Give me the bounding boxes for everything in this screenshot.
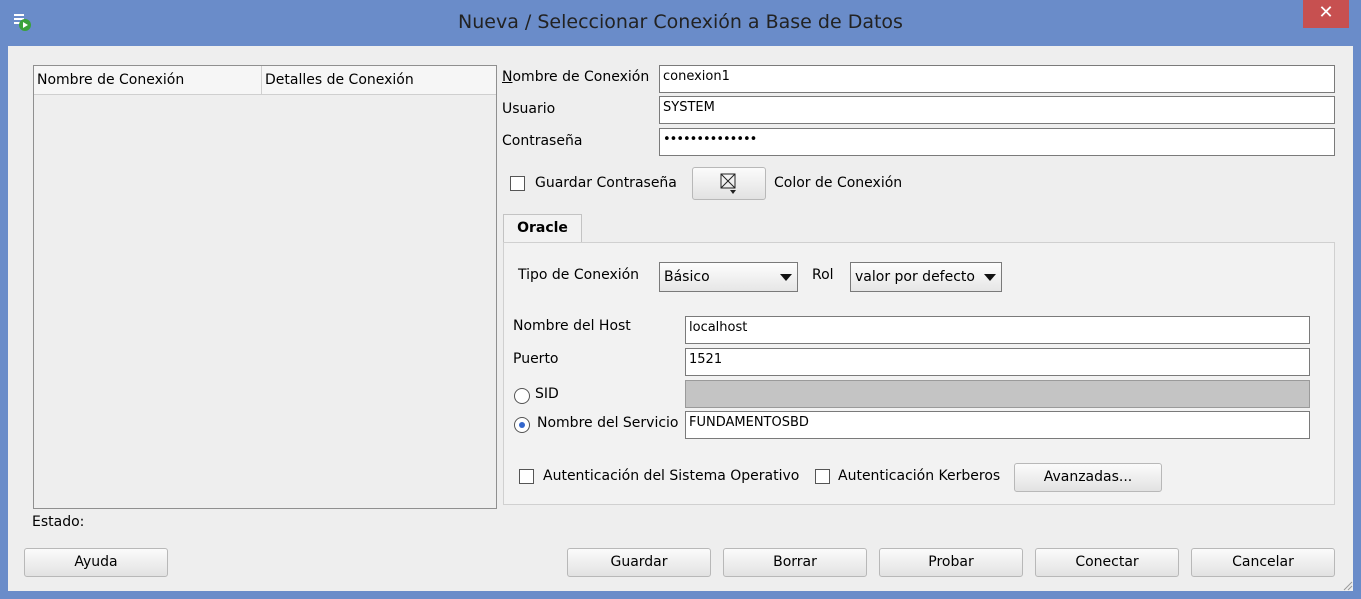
delete-button[interactable]: Borrar — [723, 548, 867, 577]
password-input[interactable]: •••••••••••••• — [659, 128, 1335, 156]
port-label: Puerto — [513, 351, 559, 367]
color-picker-icon — [720, 173, 736, 194]
cancel-button[interactable]: Cancelar — [1191, 548, 1335, 577]
port-input[interactable]: 1521 — [685, 348, 1310, 376]
host-input[interactable]: localhost — [685, 316, 1310, 344]
role-value: valor por defecto — [855, 269, 975, 285]
os-auth-checkbox[interactable] — [519, 469, 534, 484]
connection-type-label: Tipo de Conexión — [518, 267, 640, 283]
save-password-checkbox[interactable] — [510, 176, 525, 191]
sid-radio[interactable] — [514, 388, 530, 404]
host-label: Nombre del Host — [513, 318, 631, 334]
save-button[interactable]: Guardar — [567, 548, 711, 577]
user-label: Usuario — [502, 101, 556, 117]
window-title: Nueva / Seleccionar Conexión a Base de D… — [458, 11, 903, 33]
column-header-connection-name[interactable]: Nombre de Conexión — [37, 72, 184, 88]
role-select[interactable]: valor por defecto — [850, 262, 1002, 292]
close-icon: ✕ — [1318, 2, 1334, 23]
connect-button[interactable]: Conectar — [1035, 548, 1179, 577]
kerberos-auth-checkbox[interactable] — [815, 469, 830, 484]
save-password-label: Guardar Contraseña — [535, 175, 677, 191]
title-bar[interactable]: Nueva / Seleccionar Conexión a Base de D… — [0, 0, 1361, 46]
column-header-connection-details[interactable]: Detalles de Conexión — [265, 72, 414, 88]
status-label: Estado: — [32, 514, 85, 530]
connection-list[interactable]: Nombre de Conexión Detalles de Conexión — [33, 65, 497, 509]
chevron-down-icon — [780, 274, 792, 281]
connection-color-label: Color de Conexión — [774, 175, 903, 191]
close-button[interactable]: ✕ — [1303, 0, 1349, 28]
connection-list-header: Nombre de Conexión Detalles de Conexión — [34, 66, 496, 95]
password-label: Contraseña — [502, 133, 583, 149]
resize-grip-icon[interactable] — [1341, 579, 1353, 591]
service-name-label: Nombre del Servicio — [537, 415, 679, 431]
sid-input — [685, 380, 1310, 408]
kerberos-auth-label: Autenticación Kerberos — [838, 468, 1001, 484]
user-input[interactable]: SYSTEM — [659, 96, 1335, 124]
connection-name-input[interactable]: conexion1 — [659, 65, 1335, 93]
dialog-body: Nombre de Conexión Detalles de Conexión … — [8, 46, 1353, 591]
connection-color-button[interactable] — [692, 167, 766, 200]
column-divider[interactable] — [261, 66, 262, 94]
service-name-input[interactable]: FUNDAMENTOSBD — [685, 411, 1310, 439]
os-auth-label: Autenticación del Sistema Operativo — [543, 468, 800, 484]
sid-label: SID — [535, 386, 559, 402]
tab-oracle[interactable]: Oracle — [503, 214, 582, 242]
connection-name-label: Nombre de Conexión — [502, 69, 650, 85]
chevron-down-icon — [984, 274, 996, 281]
connection-type-select[interactable]: Básico — [659, 262, 798, 292]
service-name-radio[interactable] — [514, 417, 530, 433]
test-button[interactable]: Probar — [879, 548, 1023, 577]
advanced-button[interactable]: Avanzadas... — [1014, 463, 1162, 492]
connection-type-value: Básico — [664, 269, 710, 285]
role-label: Rol — [812, 267, 834, 283]
help-button[interactable]: Ayuda — [24, 548, 168, 577]
connection-dialog: Nueva / Seleccionar Conexión a Base de D… — [0, 0, 1361, 599]
